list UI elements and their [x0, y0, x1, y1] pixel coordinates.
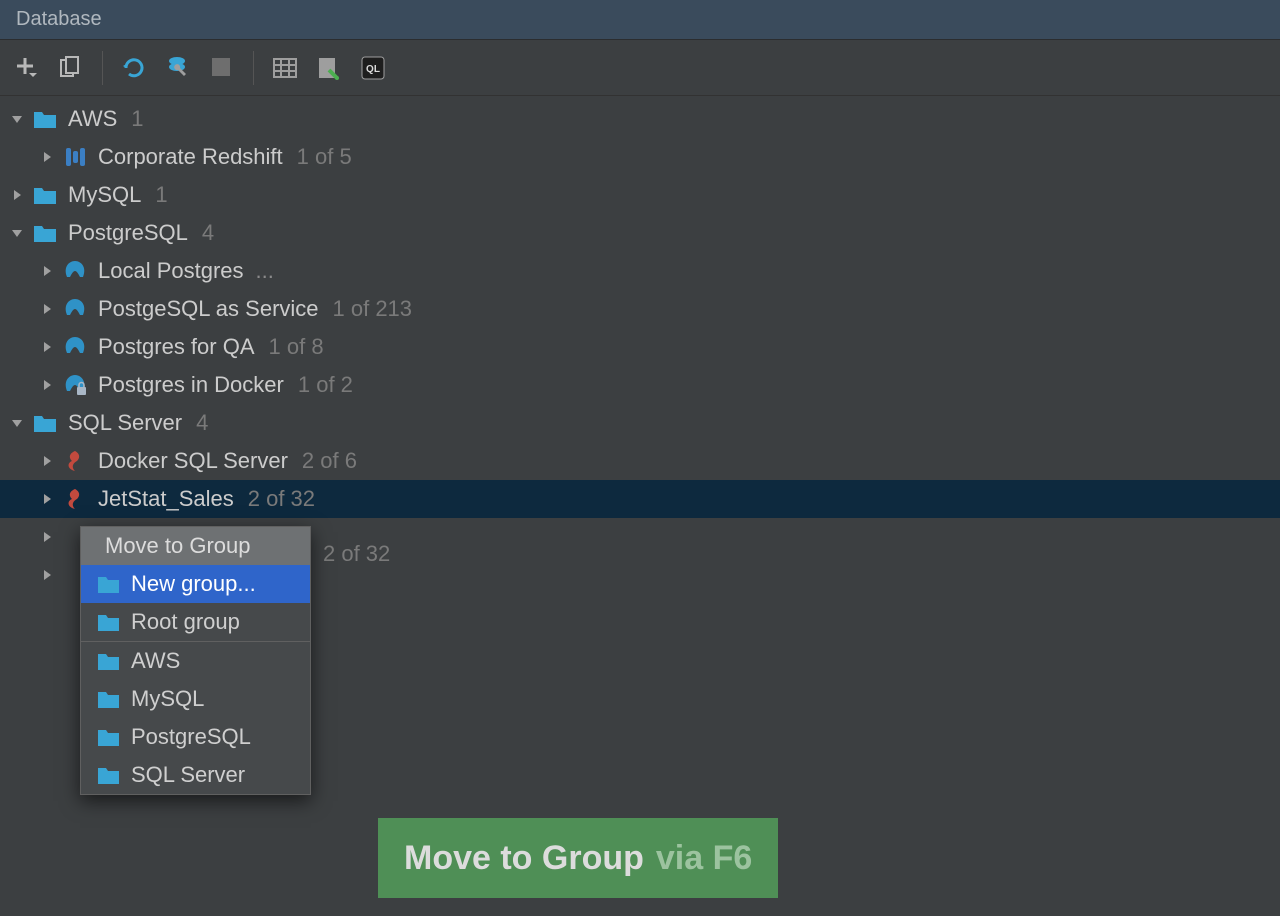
menu-item-postgresql[interactable]: PostgreSQL — [81, 718, 310, 756]
ds-count: 1 of 8 — [269, 334, 324, 360]
datasource-properties-button[interactable] — [161, 51, 195, 85]
sqlserver-icon — [62, 486, 88, 512]
toolbar-separator — [102, 51, 103, 85]
refresh-button[interactable] — [117, 51, 151, 85]
menu-item-label: AWS — [131, 648, 180, 674]
ds-count: 1 of 5 — [297, 144, 352, 170]
datasource-tree[interactable]: AWS 1 Corporate Redshift 1 of 5 MySQL 1 … — [0, 96, 1280, 594]
expand-toggle[interactable] — [38, 148, 56, 166]
tree-ds-local-postgres[interactable]: Local Postgres ... — [0, 252, 1280, 290]
table-view-button[interactable] — [268, 51, 302, 85]
ds-label: Corporate Redshift — [98, 144, 283, 170]
folder-icon — [95, 762, 121, 788]
folder-icon — [32, 410, 58, 436]
menu-item-label: Root group — [131, 609, 240, 635]
stop-button[interactable] — [205, 51, 239, 85]
expand-toggle[interactable] — [38, 452, 56, 470]
postgres-icon — [62, 258, 88, 284]
group-count: 1 — [155, 182, 167, 208]
expand-toggle[interactable] — [38, 566, 56, 584]
expand-toggle[interactable] — [38, 376, 56, 394]
sqlserver-icon — [62, 448, 88, 474]
expand-toggle[interactable] — [38, 300, 56, 318]
tool-window-title: Database — [0, 0, 1280, 40]
menu-item-label: MySQL — [131, 686, 204, 712]
group-count: 4 — [196, 410, 208, 436]
menu-item-mysql[interactable]: MySQL — [81, 680, 310, 718]
ds-count: 1 of 213 — [333, 296, 413, 322]
menu-item-label: PostgreSQL — [131, 724, 251, 750]
tree-ds-postgres-docker[interactable]: Postgres in Docker 1 of 2 — [0, 366, 1280, 404]
group-label: MySQL — [68, 182, 141, 208]
tree-group-mysql[interactable]: MySQL 1 — [0, 176, 1280, 214]
tree-ds-postgres-paas[interactable]: PostgeSQL as Service 1 of 213 — [0, 290, 1280, 328]
expand-toggle[interactable] — [8, 224, 26, 242]
toolbar-separator — [253, 51, 254, 85]
tree-group-sqlserver[interactable]: SQL Server 4 — [0, 404, 1280, 442]
folder-icon — [95, 609, 121, 635]
jump-to-console-button[interactable] — [356, 51, 390, 85]
group-label: SQL Server — [68, 410, 182, 436]
ds-count: 2 of 6 — [302, 448, 357, 474]
menu-item-sqlserver[interactable]: SQL Server — [81, 756, 310, 794]
add-button[interactable] — [10, 51, 44, 85]
menu-title: Move to Group — [81, 527, 310, 565]
folder-icon — [95, 686, 121, 712]
ds-count: 2 of 32 — [248, 486, 315, 512]
ds-label: Docker SQL Server — [98, 448, 288, 474]
expand-toggle[interactable] — [8, 414, 26, 432]
menu-item-root-group[interactable]: Root group — [81, 603, 310, 641]
sql-scripts-button[interactable] — [312, 51, 346, 85]
ds-count: 1 of 2 — [298, 372, 353, 398]
tree-ds-jetstat-sales[interactable]: JetStat_Sales 2 of 32 — [0, 480, 1280, 518]
folder-icon — [95, 571, 121, 597]
move-to-group-menu: Move to Group New group... Root group AW… — [80, 526, 311, 795]
expand-toggle[interactable] — [38, 490, 56, 508]
ds-label: PostgeSQL as Service — [98, 296, 319, 322]
folder-icon — [32, 182, 58, 208]
badge-main: Move to Group — [404, 839, 644, 878]
folder-icon — [32, 106, 58, 132]
folder-icon — [95, 724, 121, 750]
group-label: AWS — [68, 106, 117, 132]
menu-item-label: New group... — [131, 571, 256, 597]
expand-toggle[interactable] — [8, 110, 26, 128]
postgres-lock-icon — [62, 372, 88, 398]
group-label: PostgreSQL — [68, 220, 188, 246]
group-count: 1 — [131, 106, 143, 132]
ellipsis: ... — [256, 258, 274, 284]
ds-label: Postgres in Docker — [98, 372, 284, 398]
expand-toggle[interactable] — [8, 186, 26, 204]
menu-item-new-group[interactable]: New group... — [81, 565, 310, 603]
folder-icon — [95, 648, 121, 674]
postgres-icon — [62, 296, 88, 322]
badge-tail: via F6 — [656, 839, 752, 878]
redshift-icon — [62, 144, 88, 170]
tree-group-postgresql[interactable]: PostgreSQL 4 — [0, 214, 1280, 252]
expand-toggle[interactable] — [38, 528, 56, 546]
menu-item-aws[interactable]: AWS — [81, 642, 310, 680]
expand-toggle[interactable] — [38, 338, 56, 356]
ds-count-behind-menu: 2 of 32 — [323, 541, 390, 567]
tree-ds-redshift[interactable]: Corporate Redshift 1 of 5 — [0, 138, 1280, 176]
ds-label: JetStat_Sales — [98, 486, 234, 512]
ds-label: Local Postgres — [98, 258, 244, 284]
group-count: 4 — [202, 220, 214, 246]
menu-item-label: SQL Server — [131, 762, 245, 788]
menu-title-text: Move to Group — [105, 533, 251, 559]
toolbar — [0, 40, 1280, 96]
folder-icon — [32, 220, 58, 246]
ds-label: Postgres for QA — [98, 334, 255, 360]
tree-group-aws[interactable]: AWS 1 — [0, 100, 1280, 138]
postgres-icon — [62, 334, 88, 360]
tree-ds-docker-sqlserver[interactable]: Docker SQL Server 2 of 6 — [0, 442, 1280, 480]
expand-toggle[interactable] — [38, 262, 56, 280]
title-text: Database — [16, 8, 102, 31]
tree-ds-postgres-qa[interactable]: Postgres for QA 1 of 8 — [0, 328, 1280, 366]
duplicate-button[interactable] — [54, 51, 88, 85]
feature-tip-badge: Move to Group via F6 — [378, 818, 778, 898]
